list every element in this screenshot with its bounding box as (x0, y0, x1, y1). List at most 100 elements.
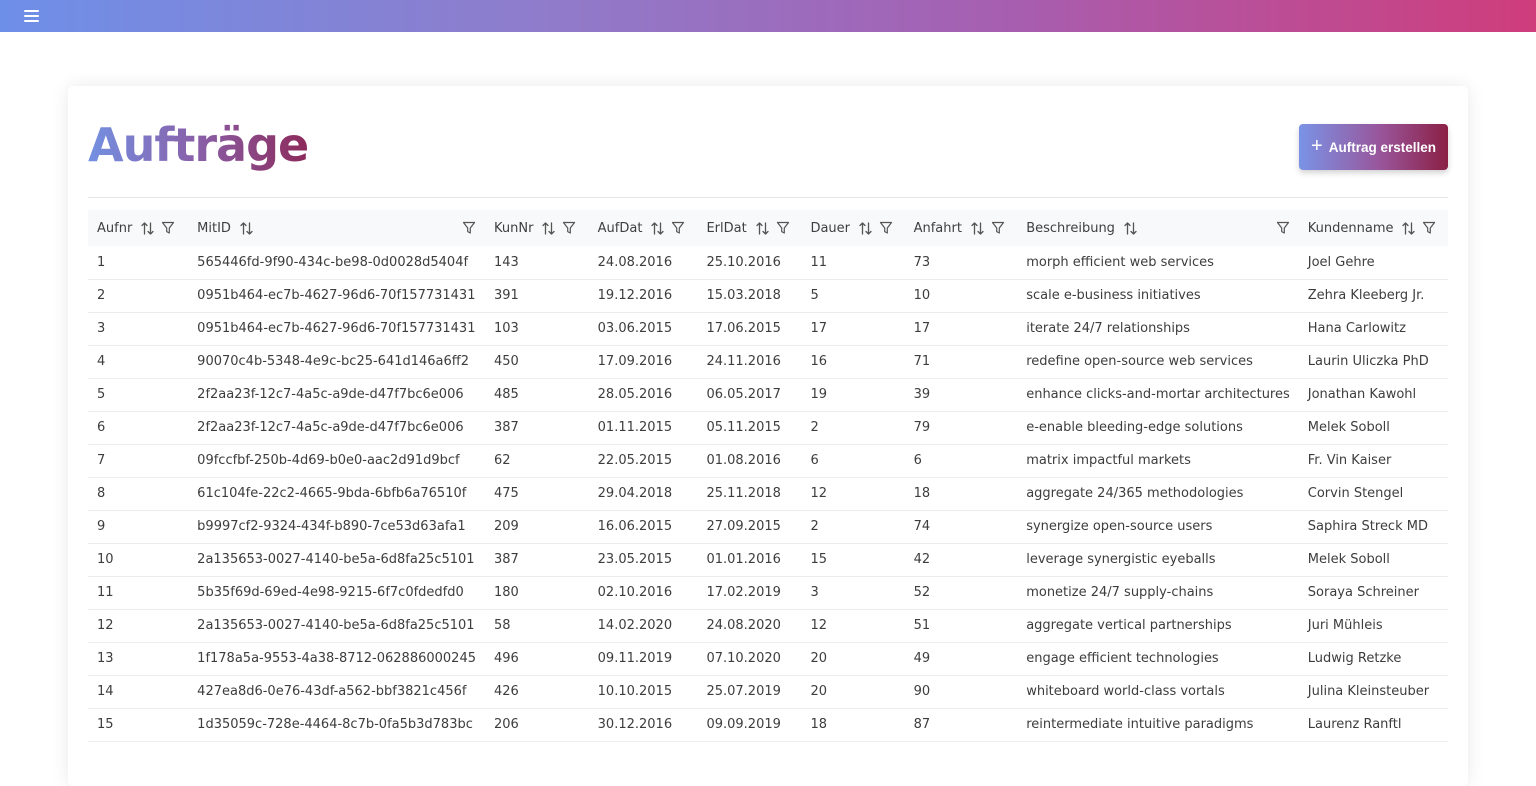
cell-aufnr: 2 (88, 279, 189, 313)
table-row[interactable]: 14 427ea8d6-0e76-43df-a562-bbf3821c456f 42… (88, 675, 1448, 709)
filter-icon[interactable] (1422, 221, 1436, 235)
cell-aufdat: 10.10.2015 (588, 675, 698, 709)
cell-kunnr: 62 (485, 444, 589, 478)
sort-icon[interactable] (541, 221, 556, 236)
cell-aufdat: 14.02.2020 (588, 609, 698, 643)
top-navigation-bar (0, 0, 1536, 32)
cell-mitid: 427ea8d6-0e76-43df-a562-bbf3821c456f (188, 675, 485, 709)
column-label-mitid: MitID (197, 220, 231, 236)
cell-dauer: 2 (801, 510, 905, 544)
cell-kundenname: Melek Soboll (1298, 543, 1448, 577)
cell-erldat: 24.08.2020 (697, 609, 802, 643)
cell-aufdat: 19.12.2016 (588, 279, 698, 313)
table-row[interactable]: 10 2a135653-0027-4140-be5a-6d8fa25c5101 38… (88, 543, 1448, 577)
filter-icon[interactable] (1276, 221, 1290, 235)
table-row[interactable]: 4 90070c4b-5348-4e9c-bc25-641d146a6ff2 450… (88, 345, 1448, 379)
cell-aufnr: 15 (88, 708, 189, 742)
cell-kunnr: 485 (485, 378, 589, 412)
cell-anfahrt: 6 (904, 444, 1018, 478)
cell-beschreibung: monetize 24/7 supply-chains (1017, 576, 1299, 610)
filter-icon[interactable] (879, 221, 893, 235)
cell-anfahrt: 71 (904, 345, 1018, 379)
cell-mitid: 1f178a5a-9553-4a38-8712-062886000245 (188, 642, 485, 676)
cell-dauer: 12 (801, 477, 905, 511)
column-label-anfahrt: Anfahrt (913, 220, 962, 236)
cell-anfahrt: 17 (904, 312, 1018, 346)
cell-dauer: 20 (801, 675, 905, 709)
table-row[interactable]: 13 1f178a5a-9553-4a38-8712-062886000245 49… (88, 642, 1448, 676)
cell-kundenname: Soraya Schreiner (1298, 576, 1448, 610)
sort-icon[interactable] (858, 221, 873, 236)
filter-icon[interactable] (161, 221, 175, 235)
cell-beschreibung: redefine open-source web services (1017, 345, 1299, 379)
cell-mitid: 2f2aa23f-12c7-4a5c-a9de-d47f7bc6e006 (188, 411, 485, 445)
cell-kunnr: 180 (485, 576, 589, 610)
cell-erldat: 07.10.2020 (697, 642, 802, 676)
sort-icon[interactable] (650, 221, 665, 236)
column-header-mitid: MitID (188, 210, 485, 246)
sort-icon[interactable] (970, 221, 985, 236)
cell-kundenname: Jonathan Kawohl (1298, 378, 1448, 412)
table-row[interactable]: 3 0951b464-ec7b-4627-96d6-70f157731431 103… (88, 312, 1448, 346)
cell-beschreibung: morph efficient web services (1017, 246, 1299, 280)
cell-kunnr: 209 (485, 510, 589, 544)
cell-erldat: 01.08.2016 (697, 444, 802, 478)
table-row[interactable]: 11 5b35f69d-69ed-4e98-9215-6f7c0fdedfd0 18… (88, 576, 1448, 610)
cell-aufnr: 9 (88, 510, 189, 544)
table-row[interactable]: 2 0951b464-ec7b-4627-96d6-70f157731431 391… (88, 279, 1448, 313)
cell-erldat: 06.05.2017 (697, 378, 802, 412)
cell-kundenname: Melek Soboll (1298, 411, 1448, 445)
cell-mitid: 0951b464-ec7b-4627-96d6-70f157731431 (188, 312, 485, 346)
create-order-button[interactable]: + Auftrag erstellen (1299, 124, 1448, 170)
cell-anfahrt: 42 (904, 543, 1018, 577)
sort-icon[interactable] (755, 221, 770, 236)
column-label-dauer: Dauer (810, 220, 851, 236)
cell-erldat: 25.10.2016 (697, 246, 802, 280)
cell-aufdat: 16.06.2015 (588, 510, 698, 544)
cell-erldat: 09.09.2019 (697, 708, 802, 742)
cell-aufnr: 5 (88, 378, 189, 412)
cell-beschreibung: aggregate vertical partnerships (1017, 609, 1299, 643)
cell-kunnr: 58 (485, 609, 589, 643)
cell-mitid: 61c104fe-22c2-4665-9bda-6bfb6a76510f (188, 477, 485, 511)
cell-dauer: 3 (801, 576, 905, 610)
sort-icon[interactable] (1401, 221, 1416, 236)
table-row[interactable]: 12 2a135653-0027-4140-be5a-6d8fa25c5101 58… (88, 609, 1448, 643)
hamburger-menu-icon[interactable] (24, 10, 39, 22)
cell-anfahrt: 52 (904, 576, 1018, 610)
cell-aufdat: 02.10.2016 (588, 576, 698, 610)
cell-aufnr: 8 (88, 477, 189, 511)
table-row[interactable]: 7 09fccfbf-250b-4d69-b0e0-aac2d91d9bcf 62 2… (88, 444, 1448, 478)
filter-icon[interactable] (671, 221, 685, 235)
sort-icon[interactable] (239, 221, 254, 236)
cell-aufdat: 17.09.2016 (588, 345, 698, 379)
cell-kunnr: 496 (485, 642, 589, 676)
column-label-beschreibung: Beschreibung (1026, 220, 1115, 236)
sort-icon[interactable] (1123, 221, 1138, 236)
cell-beschreibung: synergize open-source users (1017, 510, 1299, 544)
cell-anfahrt: 79 (904, 411, 1018, 445)
cell-kunnr: 103 (485, 312, 589, 346)
cell-dauer: 2 (801, 411, 905, 445)
table-row[interactable]: 6 2f2aa23f-12c7-4a5c-a9de-d47f7bc6e006 387… (88, 411, 1448, 445)
table-row[interactable]: 9 b9997cf2-9324-434f-b890-7ce53d63afa1 209… (88, 510, 1448, 544)
cell-dauer: 18 (801, 708, 905, 742)
column-header-anfahrt: Anfahrt (905, 210, 1018, 246)
cell-anfahrt: 51 (904, 609, 1018, 643)
filter-icon[interactable] (462, 221, 476, 235)
filter-icon[interactable] (776, 221, 790, 235)
cell-dauer: 17 (801, 312, 905, 346)
table-row[interactable]: 8 61c104fe-22c2-4665-9bda-6bfb6a76510f 475… (88, 477, 1448, 511)
filter-icon[interactable] (562, 221, 576, 235)
table-row[interactable]: 1 565446fd-9f90-434c-be98-0d0028d5404f 143… (88, 246, 1448, 280)
cell-mitid: 2a135653-0027-4140-be5a-6d8fa25c5101 (188, 609, 485, 643)
sort-icon[interactable] (140, 221, 155, 236)
filter-icon[interactable] (991, 221, 1005, 235)
cell-erldat: 05.11.2015 (697, 411, 802, 445)
cell-kundenname: Ludwig Retzke (1298, 642, 1448, 676)
cell-mitid: 565446fd-9f90-434c-be98-0d0028d5404f (188, 246, 485, 280)
cell-dauer: 12 (801, 609, 905, 643)
cell-mitid: 90070c4b-5348-4e9c-bc25-641d146a6ff2 (188, 345, 485, 379)
table-row[interactable]: 15 1d35059c-728e-4464-8c7b-0fa5b3d783bc 20… (88, 708, 1448, 742)
table-row[interactable]: 5 2f2aa23f-12c7-4a5c-a9de-d47f7bc6e006 485… (88, 378, 1448, 412)
